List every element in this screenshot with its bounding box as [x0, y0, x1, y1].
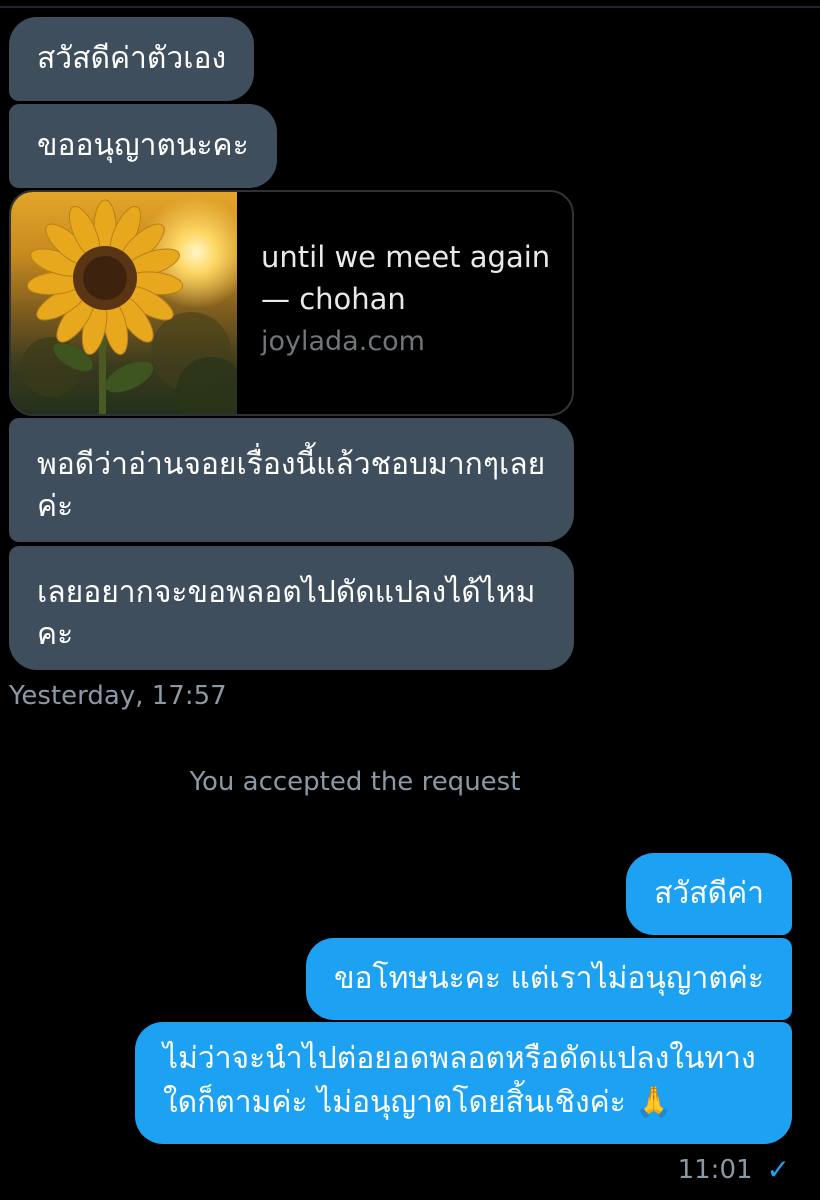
incoming-message[interactable]: สวัสดีค่าตัวเอง — [9, 17, 255, 101]
outgoing-message[interactable]: ขอโทษนะคะ แต่เราไม่อนุญาตค่ะ — [305, 938, 792, 1020]
message-text-line: ค่ะ — [37, 489, 74, 524]
message-text-line: ใดก็ตามค่ะ ไม่อนุญาตโดยสิ้นเชิงค่ะ 🙏 — [163, 1085, 673, 1120]
incoming-message[interactable]: พอดีว่าอ่านจอยเรื่องนี้แล้วชอบมากๆเลย ค่… — [9, 418, 574, 542]
link-preview-text: until we meet again — chohan joylada.com — [261, 236, 561, 364]
outgoing-meta: 11:01 ✓ — [678, 1150, 790, 1190]
sunflower-image — [11, 192, 237, 414]
read-check-icon: ✓ — [766, 1153, 790, 1186]
message-text-line: คะ — [37, 617, 74, 652]
message-text: ขอโทษนะคะ แต่เราไม่อนุญาตค่ะ — [333, 961, 764, 996]
sunflower-photo — [11, 192, 237, 414]
message-text-line: ไม่ว่าจะนำไปต่อยอดพลอตหรือดัดแปลงในทาง — [163, 1041, 756, 1076]
incoming-message[interactable]: ขออนุญาตนะคะ — [9, 104, 277, 188]
incoming-message[interactable]: เลยอยากจะขอพลอตไปดัดแปลงได้ไหม คะ — [9, 546, 574, 670]
message-text-line: เลยอยากจะขอพลอตไปดัดแปลงได้ไหม — [37, 575, 536, 610]
incoming-timestamp: Yesterday, 17:57 — [9, 681, 227, 711]
link-domain: joylada.com — [261, 326, 425, 357]
outgoing-message[interactable]: ไม่ว่าจะนำไปต่อยอดพลอตหรือดัดแปลงในทาง ใ… — [135, 1022, 792, 1144]
outgoing-message[interactable]: สวัสดีค่า — [626, 853, 792, 935]
message-text: สวัสดีค่าตัวเอง — [37, 41, 227, 76]
message-text: สวัสดีค่า — [654, 876, 764, 911]
header-divider — [0, 6, 820, 8]
message-text-line: พอดีว่าอ่านจอยเรื่องนี้แล้วชอบมากๆเลย — [37, 447, 546, 482]
system-notice: You accepted the request — [189, 767, 521, 797]
link-title-author: — chohan — [261, 282, 406, 316]
outgoing-timestamp: 11:01 — [677, 1155, 753, 1185]
link-title: until we meet again — [261, 240, 551, 274]
message-text: ขออนุญาตนะคะ — [37, 128, 249, 163]
link-preview-card[interactable]: until we meet again — chohan joylada.com — [9, 190, 574, 416]
